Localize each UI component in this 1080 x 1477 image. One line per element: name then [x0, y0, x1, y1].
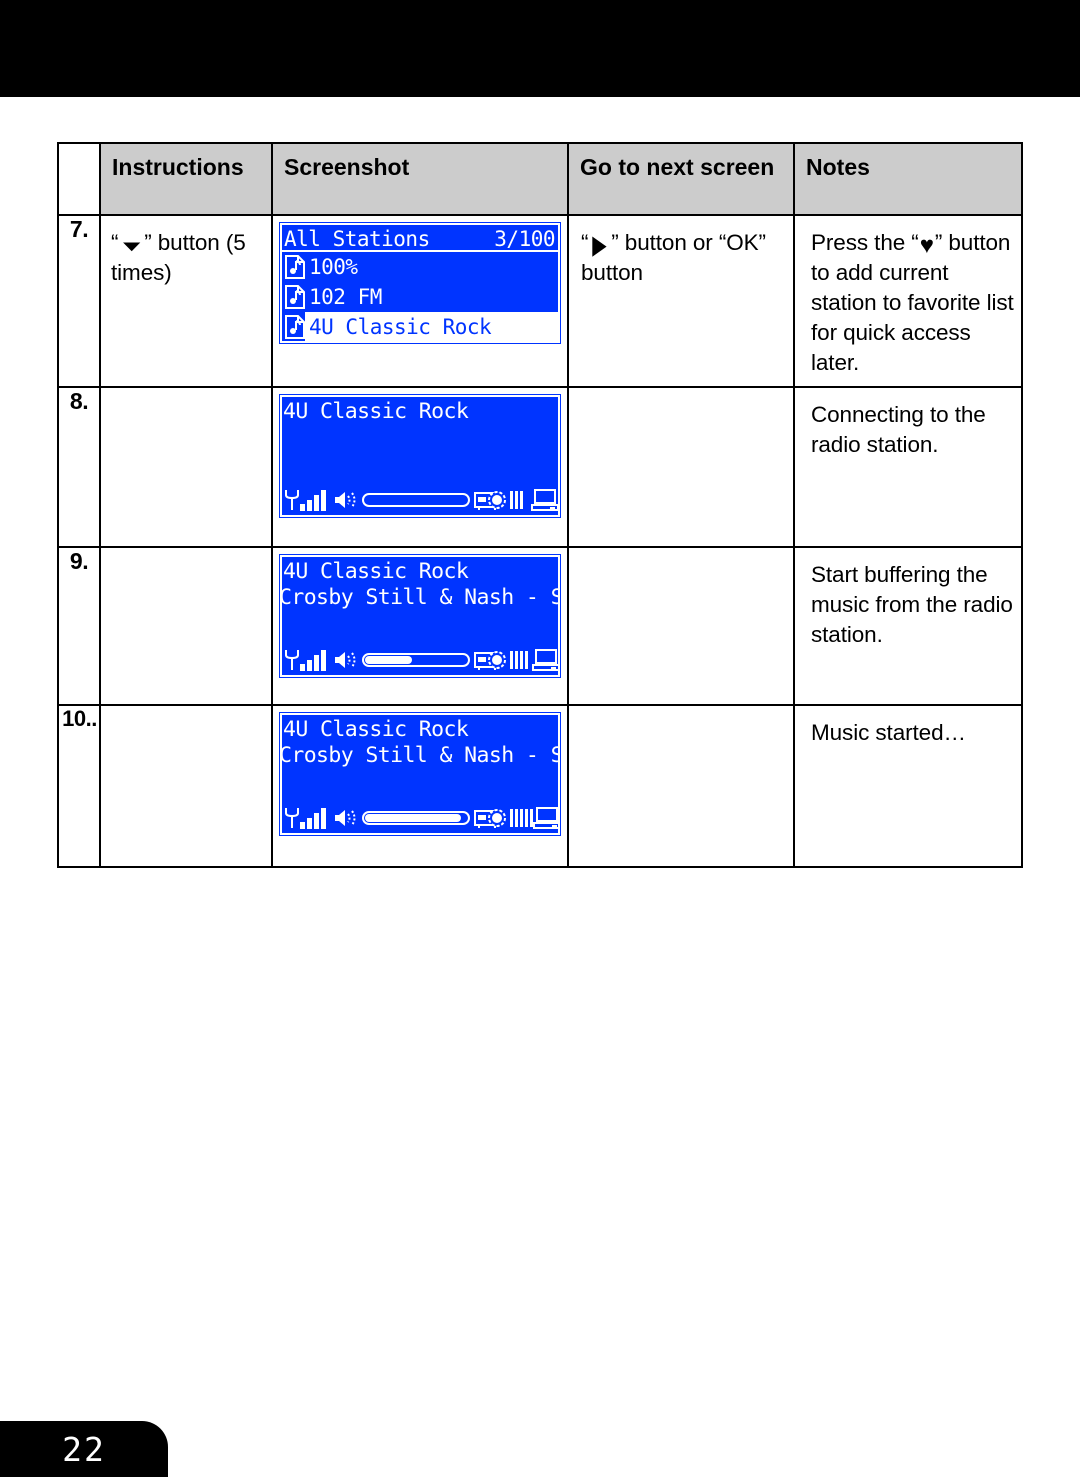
- signal-strength-icon: [300, 649, 330, 671]
- music-document-icon: [285, 285, 305, 309]
- row-number: 9.: [57, 545, 101, 706]
- header-screenshot: Screenshot: [271, 142, 569, 216]
- lcd-track-name: [282, 424, 558, 425]
- lcd-list-header: All Stations 3/100: [282, 225, 558, 252]
- go-to-next-cell: [567, 703, 795, 868]
- next-screen-text: “▶” button or “OK” button: [569, 216, 793, 296]
- progress-bar: [362, 492, 470, 507]
- table-row: 9. 4U Classic Rock Crosby Still & Nash -…: [57, 545, 1023, 706]
- lcd-now-playing: 4U Classic Rock: [279, 393, 561, 518]
- antenna-icon: [284, 807, 300, 829]
- notes-text: Press the “♥” button to add current stat…: [795, 216, 1021, 386]
- page-number-tab: 22: [0, 1421, 168, 1477]
- table-row: 7. “▼” button (5 times) All Stations 3/1…: [57, 214, 1023, 388]
- lcd-status-bar: [284, 647, 558, 673]
- table-header-row: Instructions Screenshot Go to next scree…: [57, 142, 1023, 216]
- lcd-station-list: All Stations 3/100 100% 102 FM 4U Classi…: [279, 222, 561, 344]
- next-screen-text: [569, 548, 793, 568]
- page-number: 22: [62, 1429, 106, 1469]
- notes-text: Start buffering the music from the radio…: [811, 561, 1013, 647]
- row-number: 10..: [57, 703, 101, 868]
- go-to-next-cell: “▶” button or “OK” button: [567, 214, 795, 388]
- procedure-table: Instructions Screenshot Go to next scree…: [57, 142, 1023, 868]
- instructions-text: [101, 548, 271, 568]
- lcd-now-playing: 4U Classic Rock Crosby Still & Nash - So: [279, 711, 561, 836]
- go-to-next-cell: [567, 545, 795, 706]
- instructions-cell: [99, 385, 273, 548]
- progress-bar: [362, 652, 470, 667]
- list-item[interactable]: 100%: [282, 252, 558, 282]
- lcd-station-name: 4U Classic Rock: [283, 398, 469, 424]
- next-screen-text: [569, 388, 793, 408]
- screenshot-cell: 4U Classic Rock Crosby Still & Nash - So…: [271, 545, 569, 706]
- lcd-now-playing: 4U Classic Rock Crosby Still & Nash - So…: [279, 553, 561, 678]
- screenshot-cell: 4U Classic Rock Crosby Still & Nash - So: [271, 703, 569, 868]
- heart-icon: ♥: [919, 232, 934, 259]
- speaker-icon: [334, 808, 358, 828]
- notes-text: Connecting to the radio station.: [811, 401, 986, 457]
- table-row: 10.. 4U Classic Rock Crosby Still & Nash…: [57, 703, 1023, 868]
- notes-cell: Press the “♥” button to add current stat…: [793, 214, 1023, 388]
- computer-icon: [532, 648, 558, 671]
- screenshot-cell: All Stations 3/100 100% 102 FM 4U Classi…: [271, 214, 569, 388]
- instructions-cell: [99, 703, 273, 868]
- instructions-cell: [99, 545, 273, 706]
- top-black-band: [0, 0, 1080, 97]
- antenna-icon: [284, 649, 300, 671]
- row-number: 8.: [57, 385, 101, 548]
- broadcast-icon: [474, 649, 510, 671]
- header-go-to-next-screen: Go to next screen: [567, 142, 795, 216]
- notes-head: Press the “: [811, 230, 919, 255]
- down-arrow-icon: ▼: [117, 238, 147, 255]
- lcd-track-name: Crosby Still & Nash - Sou: [280, 584, 560, 610]
- buffer-level-icon: [510, 650, 528, 669]
- list-item-label: 102 FM: [309, 285, 382, 309]
- list-item-label: 4U Classic Rock: [305, 312, 558, 341]
- instructions-cell: “▼” button (5 times): [99, 214, 273, 388]
- go-to-next-cell: [567, 385, 795, 548]
- notes-cell: Music started…: [793, 703, 1023, 868]
- row-number: 7.: [57, 214, 101, 388]
- notes-cell: Start buffering the music from the radio…: [793, 545, 1023, 706]
- instructions-text: [101, 706, 271, 726]
- computer-icon: [531, 488, 558, 511]
- quote-open: “: [581, 230, 589, 255]
- header-number: [57, 142, 101, 216]
- instructions-text: [101, 388, 271, 408]
- speaker-icon: [334, 490, 358, 510]
- next-screen-text: [569, 706, 793, 726]
- progress-bar: [362, 810, 470, 825]
- lcd-list-title: All Stations: [284, 226, 430, 251]
- lcd-station-name: 4U Classic Rock: [283, 558, 469, 584]
- music-document-icon: [285, 255, 305, 279]
- lcd-status-bar: [284, 805, 558, 831]
- signal-strength-icon: [300, 807, 330, 829]
- right-arrow-icon: ▶: [592, 229, 607, 260]
- notes-cell: Connecting to the radio station.: [793, 385, 1023, 548]
- list-item-label: 100%: [309, 255, 358, 279]
- lcd-track-name: Crosby Still & Nash - So: [280, 742, 560, 768]
- speaker-icon: [334, 650, 358, 670]
- signal-strength-icon: [300, 489, 330, 511]
- lcd-list-counter: 3/100: [494, 226, 555, 251]
- notes-text: Music started…: [811, 719, 966, 745]
- screenshot-cell: 4U Classic Rock: [271, 385, 569, 548]
- header-notes: Notes: [793, 142, 1023, 216]
- table-row: 8. 4U Classic Rock Connecting to the rad…: [57, 385, 1023, 548]
- next-screen-tail: ” button or “OK” button: [581, 230, 766, 285]
- buffer-level-icon: [510, 490, 523, 509]
- music-document-icon: [285, 315, 305, 339]
- instructions-text: “▼” button (5 times): [101, 216, 271, 296]
- header-instructions: Instructions: [99, 142, 273, 216]
- buffer-level-icon: [510, 808, 533, 827]
- antenna-icon: [284, 489, 300, 511]
- lcd-status-bar: [284, 487, 558, 513]
- broadcast-icon: [474, 489, 510, 511]
- lcd-station-name: 4U Classic Rock: [283, 716, 469, 742]
- list-item[interactable]: 102 FM: [282, 282, 558, 312]
- computer-icon: [533, 806, 558, 829]
- broadcast-icon: [474, 807, 510, 829]
- list-item-selected[interactable]: 4U Classic Rock: [282, 312, 558, 341]
